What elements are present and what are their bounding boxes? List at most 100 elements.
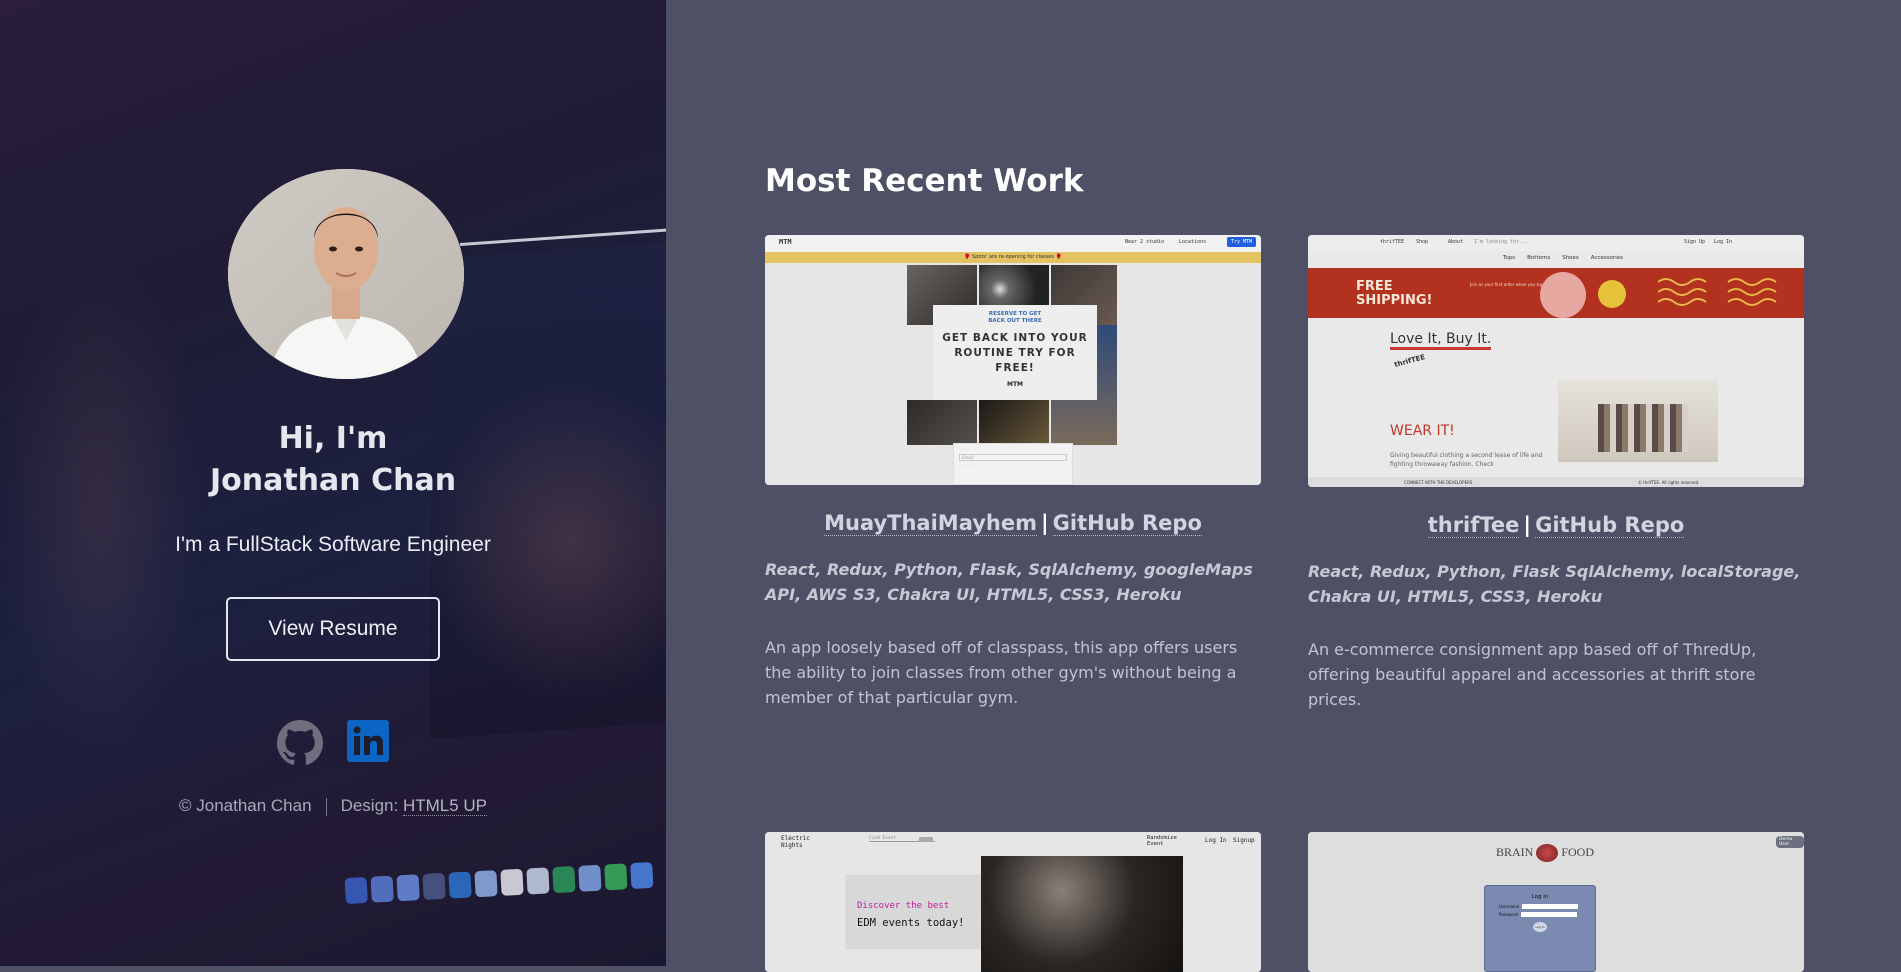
thumb-login-title: Log In: [1531, 894, 1549, 900]
project-name-link[interactable]: MuayThaiMayhem: [824, 511, 1037, 536]
design-credit-prefix: Design:: [340, 796, 399, 815]
greeting-name: Jonathan Chan: [209, 463, 457, 498]
thumb-badge: [1598, 280, 1626, 308]
thumb-username-row: Username: [1499, 904, 1595, 909]
hero-greeting: Hi, I'm Jonathan Chan: [0, 418, 666, 502]
thumb-headline: Love It, Buy It.: [1390, 331, 1492, 350]
project-description: An app loosely based off of classpass, t…: [765, 638, 1238, 707]
project-card-thriftee: thrifTEE Shop About I'm looking for... S…: [1308, 235, 1804, 712]
background-dock: [344, 861, 654, 905]
thumb-password-input: [1520, 912, 1577, 917]
thumb-wave-pattern: [1658, 278, 1777, 306]
github-link[interactable]: [277, 720, 323, 766]
thumb-password-row: Password: [1499, 912, 1595, 917]
thumb-cta: Try MTM: [1227, 237, 1257, 247]
thumb-brand: MTM: [779, 238, 792, 246]
github-icon: [277, 720, 323, 765]
thumb-category: Bottoms: [1527, 255, 1551, 261]
thumb-navbar: MTM Near 2 studio Locations Try MTM: [765, 235, 1261, 252]
project-name-link[interactable]: thrifTee: [1427, 513, 1520, 538]
thumb-blurb: Giving beautiful clothing a second lease…: [1390, 452, 1543, 468]
thumb-wear-it: WEAR IT!: [1390, 423, 1455, 439]
title-divider: |: [1523, 513, 1532, 537]
project-description: An e-commerce consignment app based off …: [1308, 640, 1757, 709]
brain-icon: [1536, 844, 1559, 862]
project-card-muaythaimayhem: MTM Near 2 studio Locations Try MTM 🥊 Sp…: [765, 235, 1261, 710]
project-tech-stack: React, Redux, Python, Flask SqlAlchemy, …: [1308, 562, 1801, 606]
section-title: Most Recent Work: [765, 163, 1084, 199]
thumb-hero-line1: Discover the best: [857, 901, 950, 911]
project-title: MuayThaiMayhem | GitHub Repo: [765, 511, 1261, 536]
thumb-form: Email * Email Password *: [953, 443, 1073, 485]
thumb-logo-left: BRAIN: [1496, 844, 1534, 859]
project-thumbnail[interactable]: Electric Nights Find Event Randomize Eve…: [765, 832, 1261, 972]
thumb-navbar: thrifTEE Shop About I'm looking for... S…: [1308, 235, 1804, 251]
thumb-login-box: Log In Username Password Log In: [1484, 885, 1596, 972]
footer-divider: [325, 797, 327, 816]
thumb-banner: 🥊 Spots' are re-opening for classes 🥊: [765, 252, 1261, 263]
hero-panel: Hi, I'm Jonathan Chan I'm a FullStack So…: [0, 0, 666, 966]
thumb-login-submit: Log In: [1533, 922, 1547, 932]
linkedin-link[interactable]: [347, 720, 393, 766]
thumb-category: Accessories: [1590, 255, 1624, 261]
thumb-logo: BRAIN FOOD: [1496, 844, 1594, 862]
thumb-shipping-note: Join as your first order when you sign u…: [1470, 282, 1553, 287]
html5up-link[interactable]: HTML5 UP: [402, 796, 488, 816]
thumb-nav-link: Log In: [1714, 239, 1733, 245]
thumb-search-button: [919, 837, 933, 842]
project-card-brain-food: Demo User BRAIN FOOD Log In Username Pas…: [1308, 832, 1804, 972]
thumb-randomize-line: Event: [1147, 841, 1164, 847]
github-repo-link[interactable]: GitHub Repo: [1535, 513, 1685, 538]
thumb-form-label: Password *: [959, 463, 981, 468]
title-divider: |: [1041, 511, 1049, 535]
thumb-nav-link: Near 2 studio: [1125, 239, 1165, 245]
linkedin-icon: [347, 720, 389, 762]
thumb-nav-link: thrifTEE: [1380, 239, 1405, 245]
thumb-category: Shoes: [1562, 255, 1579, 261]
thumb-demo-button: Demo User: [1776, 836, 1804, 848]
thumb-brand-line: Nights: [781, 842, 803, 849]
thumb-category: Tops: [1503, 255, 1516, 261]
thumb-clothes-rack: [1598, 404, 1688, 452]
github-repo-link[interactable]: GitHub Repo: [1052, 511, 1202, 536]
thumb-username-input: [1522, 904, 1579, 909]
project-thumbnail[interactable]: thrifTEE Shop About I'm looking for... S…: [1308, 235, 1804, 487]
thumb-username-label: Username: [1499, 904, 1520, 909]
project-title: thrifTee | GitHub Repo: [1308, 513, 1804, 538]
thumb-promo-card: RESERVE TO GET BACK OUT THERE GET BACK I…: [933, 305, 1097, 400]
thumb-signup: Signup: [1233, 837, 1255, 844]
thumb-promo-brand: MTM: [1006, 381, 1024, 388]
greeting-line-1: Hi, I'm: [278, 421, 388, 456]
background-laptop-edge: [459, 227, 666, 246]
thumb-form-label: Email *: [959, 447, 974, 452]
thumb-nav-link: About: [1448, 239, 1464, 245]
thumb-password-label: Password: [1499, 912, 1518, 917]
background-glow: [0, 260, 200, 760]
thumb-nav-link: Locations: [1179, 239, 1207, 245]
view-resume-button[interactable]: View Resume: [226, 597, 440, 661]
thumb-hero-box: Discover the best EDM events today!: [845, 875, 981, 949]
thumb-dj-photo: [981, 856, 1183, 972]
thumb-footer: CONNECT WITH THE DEVELOPERS © thrifTEE. …: [1308, 477, 1804, 487]
avatar: [228, 169, 464, 379]
thumb-photo: [979, 400, 1049, 445]
thumb-randomize: Randomize Event: [1147, 835, 1177, 847]
thumb-form-input: Email: [959, 454, 1067, 461]
thumb-footer-right: © thrifTEE. All rights reserved.: [1638, 480, 1700, 485]
thumb-free-shipping: FREE SHIPPING!: [1356, 279, 1433, 308]
thumb-promo-big: GET BACK INTO YOUR ROUTINE TRY FOR FREE!: [942, 332, 1088, 374]
thumb-shipping-banner: FREE SHIPPING! Join as your first order …: [1308, 268, 1804, 318]
thumb-photo: [907, 400, 977, 445]
thumb-categories: Tops Bottoms Shoes Accessories: [1503, 255, 1623, 261]
thumb-search: I'm looking for...: [1474, 239, 1529, 245]
thumb-logo-right: FOOD: [1561, 844, 1595, 859]
project-thumbnail[interactable]: Demo User BRAIN FOOD Log In Username Pas…: [1308, 832, 1804, 972]
copyright-text: © Jonathan Chan: [178, 796, 312, 815]
thumb-brand: Electric Nights: [781, 835, 810, 849]
project-tech-stack: React, Redux, Python, Flask, SqlAlchemy,…: [765, 560, 1253, 604]
project-thumbnail[interactable]: MTM Near 2 studio Locations Try MTM 🥊 Sp…: [765, 235, 1261, 485]
thumb-login: Log In: [1205, 837, 1227, 844]
thumb-shirt-badge: [1540, 272, 1586, 318]
thumb-promo-small: RESERVE TO GET BACK OUT THERE: [988, 311, 1042, 324]
thumb-hero-line2: EDM events today!: [857, 917, 965, 929]
